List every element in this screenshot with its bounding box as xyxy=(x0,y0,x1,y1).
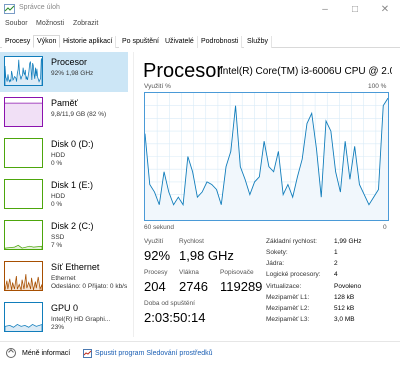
sidebar-item-value: 0 % xyxy=(51,160,63,167)
gpu-thumbnail-graph xyxy=(4,302,43,332)
task-manager-window: Správce úloh – □ ✕ Soubor Možnosti Zobra… xyxy=(0,0,400,367)
info-key: Mezipaměť L2: xyxy=(266,305,310,312)
resource-monitor-icon xyxy=(83,349,92,358)
sidebar-item-label: GPU 0 xyxy=(51,303,79,313)
processes-label: Procesy xyxy=(144,269,168,276)
sidebar-item-ethernet[interactable]: Síť Ethernet Ethernet Odesláno: 0 Přijat… xyxy=(0,257,128,297)
sidebar-item-value: 7 % xyxy=(51,242,63,249)
collapse-chevron-icon[interactable] xyxy=(6,348,16,358)
info-key: Mezipaměť L1: xyxy=(266,294,310,301)
tab-procesy[interactable]: Procesy xyxy=(2,36,35,48)
tab-podrobnosti[interactable]: Podrobnosti xyxy=(198,36,243,48)
window-title: Správce úloh xyxy=(19,4,60,11)
uptime-value: 2:03:50:14 xyxy=(144,310,206,325)
threads-value: 2746 xyxy=(179,279,208,294)
processes-value: 204 xyxy=(144,279,166,294)
info-value: 2 xyxy=(334,260,338,267)
info-value: 1,99 GHz xyxy=(334,238,362,245)
graph-min-label: 0 xyxy=(383,224,387,231)
panel-divider xyxy=(133,52,134,337)
disk-thumbnail-graph xyxy=(4,220,43,250)
speed-label: Rychlost xyxy=(179,238,204,245)
menu-moznosti[interactable]: Možnosti xyxy=(36,20,64,27)
cpu-usage-graph xyxy=(144,92,389,221)
sidebar-item-type: HDD xyxy=(51,152,66,159)
sidebar-item-type: Ethernet xyxy=(51,275,76,282)
sidebar-item-value: 9,8/11,9 GB (82 %) xyxy=(51,111,107,118)
info-key: Základní rychlost: xyxy=(266,238,317,245)
handles-value: 119289 xyxy=(220,279,263,294)
tab-uzivatele[interactable]: Uživatelé xyxy=(162,36,198,48)
tab-historie-aplikaci[interactable]: Historie aplikací xyxy=(60,36,117,48)
sidebar-item-value: 0 % xyxy=(51,201,63,208)
fewer-details-button[interactable]: Méně informací xyxy=(22,350,70,357)
sidebar-item-value: 23% xyxy=(51,324,65,331)
handles-label: Popisovače xyxy=(220,269,254,276)
info-value: 512 kB xyxy=(334,305,355,312)
footer-bar: Méně informací Spustit program Sledování… xyxy=(0,341,400,367)
speed-value: 1,98 GHz xyxy=(179,248,234,263)
sidebar-item-pamet[interactable]: Paměť 9,8/11,9 GB (82 %) xyxy=(0,93,128,133)
info-value: 1 xyxy=(334,249,338,256)
info-value: 128 kB xyxy=(334,294,355,301)
sidebar-item-gpu[interactable]: GPU 0 Intel(R) HD Graphi... 23% xyxy=(0,298,128,338)
cpu-thumbnail-graph xyxy=(4,56,43,86)
tab-vykon[interactable]: Výkon xyxy=(33,35,61,48)
sidebar-item-label: Disk 0 (D:) xyxy=(51,139,94,149)
open-resource-monitor-link[interactable]: Spustit program Sledování prostředků xyxy=(95,350,213,357)
sidebar-item-disk-1[interactable]: Disk 1 (E:) HDD 0 % xyxy=(0,175,128,215)
sidebar-item-type: Intel(R) HD Graphi... xyxy=(51,316,111,323)
title-bar: Správce úloh – □ ✕ xyxy=(0,0,400,19)
task-manager-icon xyxy=(4,4,15,14)
sidebar-item-label: Procesor xyxy=(51,57,88,67)
menu-soubor[interactable]: Soubor xyxy=(5,20,28,27)
tab-po-spusteni[interactable]: Po spuštění xyxy=(119,36,163,48)
sidebar-item-type: HDD xyxy=(51,193,66,200)
close-button[interactable]: ✕ xyxy=(370,0,400,19)
tab-bar: Procesy Výkon Historie aplikací Po spušt… xyxy=(0,35,400,48)
network-thumbnail-graph xyxy=(4,261,43,291)
disk-thumbnail-graph xyxy=(4,179,43,209)
sidebar-item-label: Disk 2 (C:) xyxy=(51,221,94,231)
util-value: 92% xyxy=(144,248,171,263)
page-title: Procesor xyxy=(143,60,224,82)
sidebar-item-value: 92% 1,98 GHz xyxy=(51,70,94,77)
info-key: Virtualizace: xyxy=(266,283,302,290)
uptime-label: Doba od spuštění xyxy=(144,300,195,307)
menu-zobrazit[interactable]: Zobrazit xyxy=(73,20,98,27)
threads-label: Vlákna xyxy=(179,269,199,276)
graph-y-label: Využití % xyxy=(144,83,171,90)
info-key: Jádra: xyxy=(266,260,285,267)
minimize-button[interactable]: – xyxy=(310,0,340,19)
info-key: Sokety: xyxy=(266,249,288,256)
tab-sluzby[interactable]: Služby xyxy=(244,36,273,48)
sidebar-item-label: Disk 1 (E:) xyxy=(51,180,94,190)
menu-bar: Soubor Možnosti Zobrazit xyxy=(0,20,400,32)
disk-thumbnail-graph xyxy=(4,138,43,168)
info-key: Logické procesory: xyxy=(266,271,321,278)
memory-thumbnail-graph xyxy=(4,97,43,127)
graph-time-label: 60 sekund xyxy=(144,224,174,231)
resource-sidebar: Procesor 92% 1,98 GHz Paměť 9,8/11,9 GB … xyxy=(0,52,128,337)
info-value: Povoleno xyxy=(334,283,362,290)
info-value: 3,0 MB xyxy=(334,316,355,323)
sidebar-item-type: SSD xyxy=(51,234,65,241)
util-label: Využití xyxy=(144,238,164,245)
info-key: Mezipaměť L3: xyxy=(266,316,310,323)
maximize-button[interactable]: □ xyxy=(340,0,370,19)
sidebar-item-label: Síť Ethernet xyxy=(51,262,100,272)
info-value: 4 xyxy=(334,271,338,278)
sidebar-item-disk-2[interactable]: Disk 2 (C:) SSD 7 % xyxy=(0,216,128,256)
sidebar-item-value: Odesláno: 0 Přijato: 0 kb/s xyxy=(51,283,128,290)
sidebar-item-disk-0[interactable]: Disk 0 (D:) HDD 0 % xyxy=(0,134,128,174)
graph-max-label: 100 % xyxy=(368,83,387,90)
cpu-model: Intel(R) Core(TM) i3-6006U CPU @ 2.0... xyxy=(220,66,392,77)
sidebar-item-procesor[interactable]: Procesor 92% 1,98 GHz xyxy=(0,52,128,92)
sidebar-item-label: Paměť xyxy=(51,98,78,108)
